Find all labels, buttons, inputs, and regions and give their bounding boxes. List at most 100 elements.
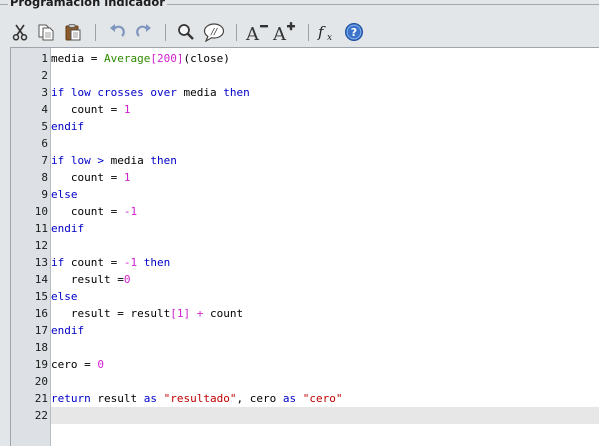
paste-button[interactable]	[62, 17, 84, 47]
code-text[interactable]: count = 1	[51, 169, 599, 186]
code-line[interactable]: 12	[11, 237, 599, 254]
scissors-icon	[12, 24, 28, 41]
code-text[interactable]: if count = -1 then	[51, 254, 599, 271]
code-line[interactable]: 18	[11, 339, 599, 356]
code-token: then	[143, 256, 171, 269]
line-number: 9	[41, 188, 48, 201]
code-text[interactable]: media = Average[200](close)	[51, 50, 599, 67]
code-line[interactable]: 10 count = -1	[11, 203, 599, 220]
code-editor[interactable]: 1 media = Average[200](close) 2 3 if low cro…	[10, 47, 599, 446]
code-text[interactable]	[51, 407, 599, 424]
svg-text:?: ?	[351, 26, 357, 39]
line-number: 11	[34, 222, 48, 235]
toolbar-separator	[236, 24, 237, 41]
line-number: 2	[41, 69, 48, 82]
function-icon: f x	[317, 23, 332, 43]
code-text[interactable]	[51, 237, 599, 254]
copy-button[interactable]	[35, 17, 57, 47]
code-token: return	[51, 392, 91, 405]
code-line[interactable]: 7 if low > media then	[11, 152, 599, 169]
insert-function-button[interactable]: f x	[316, 17, 338, 47]
code-line[interactable]: 13 if count = -1 then	[11, 254, 599, 271]
code-line[interactable]: 3 if low crosses over media then	[11, 84, 599, 101]
code-text[interactable]: endif	[51, 118, 599, 135]
code-line[interactable]: 8 count = 1	[11, 169, 599, 186]
code-token: if	[51, 256, 65, 269]
code-line[interactable]: 21 return result as "resultado", cero as …	[11, 390, 599, 407]
code-line[interactable]: 1 media = Average[200](close)	[11, 50, 599, 67]
code-line[interactable]: 11 endif	[11, 220, 599, 237]
code-token: media	[110, 154, 151, 167]
code-text[interactable]: if low > media then	[51, 152, 599, 169]
line-number: 17	[34, 324, 48, 337]
code-token: endif	[51, 324, 85, 337]
svg-text://: //	[210, 28, 218, 38]
code-line[interactable]: 20	[11, 373, 599, 390]
code-line[interactable]: 4 count = 1	[11, 101, 599, 118]
undo-button[interactable]	[106, 17, 128, 47]
code-line[interactable]: 5 endif	[11, 118, 599, 135]
code-token: else	[51, 188, 78, 201]
code-token: as	[143, 392, 164, 405]
code-line[interactable]: 16 result = result[1] + count	[11, 305, 599, 322]
font-decrease-icon: A	[245, 24, 268, 43]
svg-text:x: x	[327, 33, 332, 43]
code-text[interactable]: count = 1	[51, 101, 599, 118]
code-text[interactable]: else	[51, 186, 599, 203]
font-increase-icon: A	[272, 22, 295, 43]
comment-icon: //	[203, 23, 225, 42]
code-text[interactable]: result =0	[51, 271, 599, 288]
code-line[interactable]: 6	[11, 135, 599, 152]
line-number: 19	[34, 358, 48, 371]
code-token: media =	[51, 52, 104, 65]
code-text[interactable]: result = result[1] + count	[51, 305, 599, 322]
code-line[interactable]: 22	[11, 407, 599, 424]
code-text[interactable]: cero = 0	[51, 356, 599, 373]
code-text[interactable]	[51, 339, 599, 356]
code-token: if low >	[51, 154, 111, 167]
code-token: endif	[51, 222, 85, 235]
code-line[interactable]: 15 else	[11, 288, 599, 305]
increase-font-button[interactable]: A	[271, 17, 297, 47]
code-text[interactable]	[51, 135, 599, 152]
code-text[interactable]: if low crosses over media then	[51, 84, 599, 101]
code-line[interactable]: 17 endif	[11, 322, 599, 339]
code-token: 0	[123, 273, 131, 286]
code-text[interactable]: else	[51, 288, 599, 305]
undo-icon	[110, 24, 125, 37]
line-number: 1	[41, 52, 48, 65]
decrease-font-button[interactable]: A	[244, 17, 270, 47]
line-number: 7	[41, 154, 48, 167]
svg-text:f: f	[317, 23, 326, 41]
find-button[interactable]	[175, 17, 197, 47]
code-line[interactable]: 2	[11, 67, 599, 84]
code-token: , cero	[236, 392, 283, 405]
copy-icon	[38, 24, 54, 41]
code-token: if low crosses over	[51, 86, 177, 99]
redo-button[interactable]	[133, 17, 155, 47]
code-token: result =	[51, 273, 124, 286]
code-line[interactable]: 9 else	[11, 186, 599, 203]
code-token: result	[90, 392, 144, 405]
toolbar-separator	[308, 24, 309, 41]
code-text[interactable]: endif	[51, 220, 599, 237]
code-token: endif	[51, 120, 85, 133]
code-text[interactable]	[51, 67, 599, 84]
code-text[interactable]: return result as "resultado", cero as "c…	[51, 390, 599, 407]
code-text[interactable]: count = -1	[51, 203, 599, 220]
code-token: cero =	[51, 358, 98, 371]
editor-toolbar: // A A f x ?	[0, 17, 599, 47]
line-number: 4	[41, 103, 48, 116]
code-text[interactable]: endif	[51, 322, 599, 339]
help-button[interactable]: ?	[343, 17, 365, 47]
code-token: result = result	[51, 307, 171, 320]
code-text[interactable]	[51, 373, 599, 390]
code-line[interactable]: 19 cero = 0	[11, 356, 599, 373]
cut-button[interactable]	[9, 17, 31, 47]
code-line[interactable]: 14 result =0	[11, 271, 599, 288]
comment-button[interactable]: //	[202, 17, 226, 47]
line-number: 13	[34, 256, 48, 269]
code-token: as	[282, 392, 303, 405]
redo-icon	[136, 24, 151, 37]
code-token: then	[223, 86, 250, 99]
